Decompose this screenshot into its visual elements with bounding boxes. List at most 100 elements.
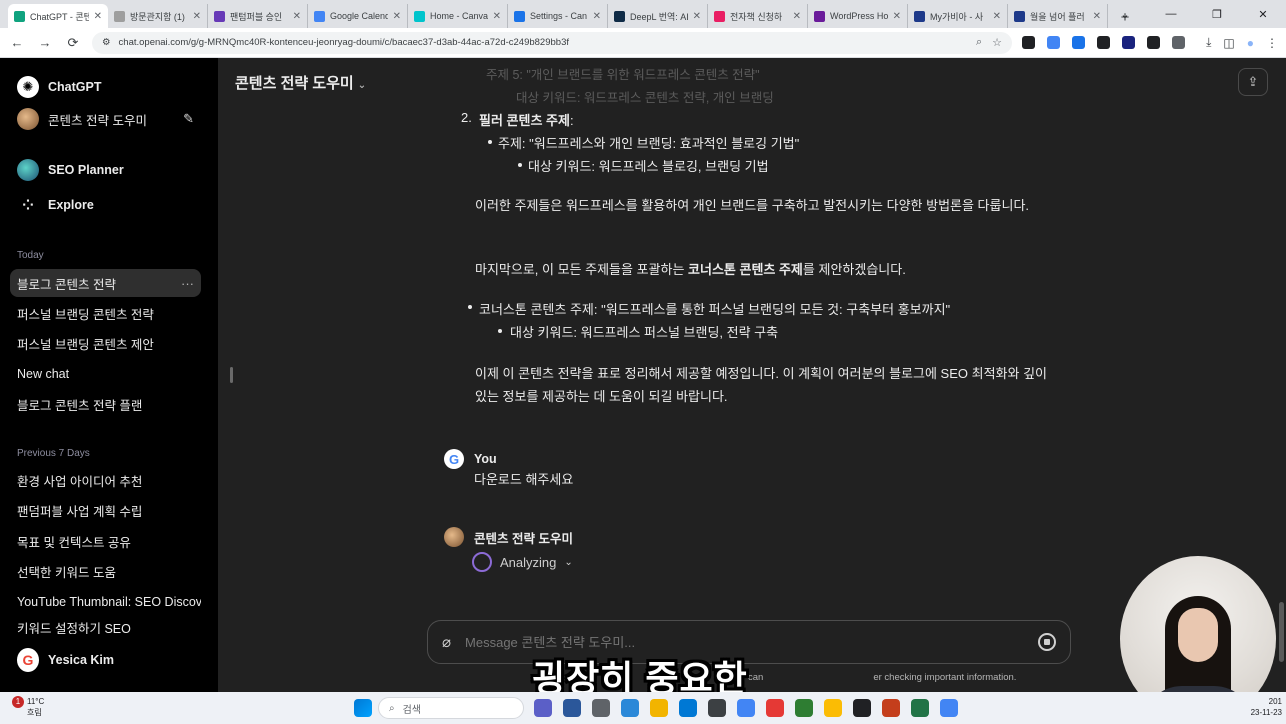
scrollbar-thumb[interactable]: [1279, 602, 1284, 662]
side-panel-icon[interactable]: ◫: [1223, 36, 1234, 50]
tab-label: DeepL 번역: AI: [630, 11, 688, 22]
sidebar-chat-item[interactable]: 선택한 키워드 도움: [10, 557, 201, 585]
sidebar-chat-item[interactable]: 환경 사업 아이디어 추천: [10, 466, 201, 494]
sidebar-chat-item[interactable]: 팬덤퍼블 사업 계획 수립: [10, 496, 201, 524]
extension-icon[interactable]: [1097, 36, 1110, 49]
chat-title-dropdown[interactable]: 콘텐츠 전략 도우미 ⌄: [235, 72, 366, 93]
sidebar-chat-item[interactable]: 퍼스널 브랜딩 콘텐츠 전략: [10, 299, 201, 327]
browser-menu-icon[interactable]: ⋮: [1266, 36, 1278, 50]
sidebar-chat-item[interactable]: New chat: [10, 360, 201, 388]
sidebar-chat-item[interactable]: YouTube Thumbnail: SEO Discove: [10, 588, 201, 616]
sidebar-gpt-seo-planner[interactable]: SEO Planner: [10, 156, 201, 184]
tab-close-icon[interactable]: ✕: [993, 11, 1001, 22]
tab-close-icon[interactable]: ✕: [693, 11, 701, 22]
analyzing-status[interactable]: Analyzing ⌄: [472, 552, 573, 572]
browser-tab[interactable]: WordPress Ho ✕: [808, 4, 908, 28]
forward-icon[interactable]: →: [36, 35, 54, 50]
browser-tab[interactable]: 월을 넘어 플러 ✕: [1008, 4, 1108, 28]
new-chat-edit-icon[interactable]: ✎: [183, 111, 194, 127]
site-info-icon[interactable]: ⚙: [102, 37, 111, 48]
extension-icon[interactable]: [1047, 36, 1060, 49]
browser-tab[interactable]: ChatGPT - 콘텐 ✕: [8, 4, 108, 28]
tab-label: 팬텀퍼블 승인: [230, 11, 283, 22]
taskbar-app-icon[interactable]: [592, 699, 610, 717]
sidebar-chat-item[interactable]: 목표 및 컨텍스트 공유: [10, 527, 201, 555]
more-options-icon[interactable]: ···: [181, 276, 194, 291]
message-input[interactable]: [465, 634, 1024, 650]
browser-tab[interactable]: 방문관지함 (1) ✕: [108, 4, 208, 28]
browser-tab[interactable]: Home - Canva ✕: [408, 4, 508, 28]
extension-icon[interactable]: [1147, 36, 1160, 49]
sidebar-explore[interactable]: ⁘ Explore: [10, 191, 201, 219]
sidebar-app-header[interactable]: ✺ ChatGPT: [10, 73, 201, 101]
chat-title: 선택한 키워드 도움: [17, 565, 116, 580]
taskbar-search[interactable]: ⌕ 검색: [378, 697, 524, 719]
sidebar-chat-item[interactable]: 블로그 콘텐츠 전략 ···: [10, 269, 201, 297]
url-text[interactable]: chat.openai.com/g/g-MRNQmc40R-kontenceu-…: [119, 37, 569, 48]
attach-icon[interactable]: ⌀: [442, 633, 451, 651]
taskbar-app-icon[interactable]: [737, 699, 755, 717]
tab-favicon-icon: [314, 10, 325, 22]
tab-close-icon[interactable]: ✕: [94, 11, 102, 22]
download-icon[interactable]: ⤓: [1206, 35, 1211, 50]
taskbar-app-icon[interactable]: [911, 699, 929, 717]
taskbar-app-icon[interactable]: [882, 699, 900, 717]
taskbar-app-icon[interactable]: [563, 699, 581, 717]
profile-icon[interactable]: ●: [1247, 36, 1254, 50]
browser-tab[interactable]: DeepL 번역: AI ✕: [608, 4, 708, 28]
sidebar-user-account[interactable]: G Yesica Kim: [10, 645, 201, 675]
taskbar-app-icon[interactable]: [824, 699, 842, 717]
taskbar-app-icon[interactable]: [766, 699, 784, 717]
sidebar-current-gpt[interactable]: 콘텐츠 전략 도우미 ✎: [10, 105, 201, 133]
tab-close-icon[interactable]: ✕: [293, 11, 301, 22]
browser-tab[interactable]: 전자책 신청하 ✕: [708, 4, 808, 28]
chat-title: 퍼스널 브랜딩 콘텐츠 전략: [17, 307, 154, 322]
reload-icon[interactable]: ⟳: [64, 35, 82, 51]
taskbar-app-icon[interactable]: [708, 699, 726, 717]
taskbar-app-icon[interactable]: [621, 699, 639, 717]
response-paragraph: 이러한 주제들은 워드프레스를 활용하여 개인 브랜드를 구축하고 발전시키는 …: [475, 198, 1030, 213]
sidebar-chat-item[interactable]: 퍼스널 브랜딩 콘텐츠 제안: [10, 329, 201, 357]
zoom-icon[interactable]: ⌕: [976, 36, 982, 49]
sidebar-chat-item[interactable]: 블로그 콘텐츠 전략 플랜: [10, 390, 201, 418]
tab-label: Google Calend: [330, 11, 388, 21]
taskbar-app-icon[interactable]: [534, 699, 552, 717]
share-button[interactable]: ⇪: [1238, 68, 1268, 96]
tab-close-icon[interactable]: ✕: [193, 11, 201, 22]
back-icon[interactable]: ←: [8, 35, 26, 50]
tab-close-icon[interactable]: ✕: [893, 11, 901, 22]
taskbar-app-icon[interactable]: [853, 699, 871, 717]
sidebar-chat-item[interactable]: 키워드 설정하기 SEO: [10, 618, 201, 634]
extension-icon[interactable]: [1072, 36, 1085, 49]
bookmark-star-icon[interactable]: ☆: [992, 36, 1002, 49]
windows-start-icon[interactable]: [354, 699, 372, 717]
maximize-icon[interactable]: ❐: [1194, 8, 1240, 21]
taskbar-app-icon[interactable]: [940, 699, 958, 717]
stop-generating-button[interactable]: [1038, 633, 1056, 651]
tab-search-icon[interactable]: ⌄: [1102, 8, 1148, 21]
sidebar-resize-handle[interactable]: [230, 367, 233, 383]
browser-tab[interactable]: Google Calend ✕: [308, 4, 408, 28]
browser-tab[interactable]: My가비아 - 사 ✕: [908, 4, 1008, 28]
address-bar[interactable]: ⚙ chat.openai.com/g/g-MRNQmc40R-kontence…: [92, 31, 1012, 54]
taskbar-app-icon[interactable]: [795, 699, 813, 717]
browser-tab[interactable]: 팬텀퍼블 승인 ✕: [208, 4, 308, 28]
extension-icon[interactable]: [1122, 36, 1135, 49]
explore-label: Explore: [48, 198, 94, 212]
tab-close-icon[interactable]: ✕: [793, 11, 801, 22]
extension-icon[interactable]: [1022, 36, 1035, 49]
taskbar-app-icon[interactable]: [650, 699, 668, 717]
para-bold: 코너스톤 콘텐츠 주제: [688, 262, 803, 277]
close-window-icon[interactable]: ✕: [1240, 8, 1286, 21]
tab-close-icon[interactable]: ✕: [493, 11, 501, 22]
system-clock[interactable]: 201 23-11-23: [1251, 696, 1282, 718]
tab-close-icon[interactable]: ✕: [593, 11, 601, 22]
browser-tab[interactable]: Settings - Can ✕: [508, 4, 608, 28]
weather-widget[interactable]: 1 11°C 흐림: [12, 696, 44, 718]
browser-toolbar: ← → ⟳ ⚙ chat.openai.com/g/g-MRNQmc40R-ko…: [0, 28, 1286, 58]
tab-close-icon[interactable]: ✕: [1093, 11, 1101, 22]
minimize-icon[interactable]: —: [1148, 8, 1194, 20]
extension-icon[interactable]: [1172, 36, 1185, 49]
taskbar-app-icon[interactable]: [679, 699, 697, 717]
tab-close-icon[interactable]: ✕: [393, 11, 401, 22]
